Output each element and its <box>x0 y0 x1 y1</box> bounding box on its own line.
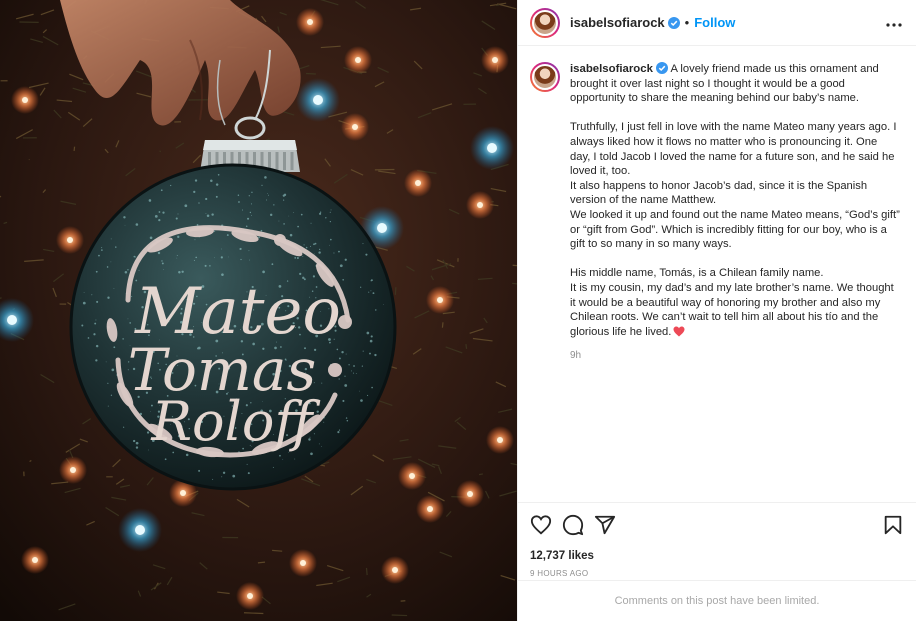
comments-area: isabelsofiarock A lovely friend made us … <box>518 46 916 502</box>
post-header: isabelsofiarock • Follow <box>518 0 916 46</box>
post-timestamp[interactable]: 9 HOURS AGO <box>530 569 904 578</box>
post-sidebar: isabelsofiarock • Follow isabelsofiarock… <box>517 0 916 621</box>
instagram-post: Mateo Tomas Roloff isabelsofiarock • Fol… <box>0 0 916 621</box>
caption-paragraph-2: Truthfully, I just fell in love with the… <box>570 121 897 178</box>
caption-time: 9h <box>570 350 582 362</box>
comments-limited-notice: Comments on this post have been limited. <box>518 580 916 621</box>
heart-icon[interactable] <box>530 514 552 536</box>
caption-paragraph-6: It is my cousin, my dad’s and my late br… <box>570 281 894 338</box>
caption-paragraph-3: It also happens to honor Jacob’s dad, si… <box>570 179 868 207</box>
bookmark-icon[interactable] <box>882 514 904 536</box>
separator-dot: • <box>684 15 690 30</box>
verified-badge-icon <box>655 62 668 74</box>
ornament-text-line-3: Roloff <box>150 390 320 453</box>
comment-icon[interactable] <box>562 514 584 536</box>
ornament-photo: Mateo Tomas Roloff <box>0 0 517 621</box>
caption-username[interactable]: isabelsofiarock <box>570 63 653 75</box>
verified-badge-icon <box>667 16 680 29</box>
post-image[interactable]: Mateo Tomas Roloff <box>0 0 517 621</box>
caption-paragraph-4: We looked it up and found out the name M… <box>570 208 900 251</box>
follow-button[interactable]: Follow <box>694 15 735 30</box>
author-username[interactable]: isabelsofiarock <box>570 15 665 30</box>
caption-avatar[interactable] <box>530 62 560 92</box>
post-actions: 12,737 likes 9 HOURS AGO <box>518 502 916 580</box>
post-caption: isabelsofiarock A lovely friend made us … <box>570 62 900 502</box>
red-heart-icon <box>673 326 685 337</box>
caption-paragraph-5: His middle name, Tomás, is a Chilean fam… <box>570 267 824 280</box>
share-icon[interactable] <box>594 514 616 536</box>
author-avatar[interactable] <box>530 7 560 38</box>
more-horizontal-icon[interactable] <box>886 14 902 32</box>
likes-count[interactable]: 12,737 likes <box>530 550 904 562</box>
